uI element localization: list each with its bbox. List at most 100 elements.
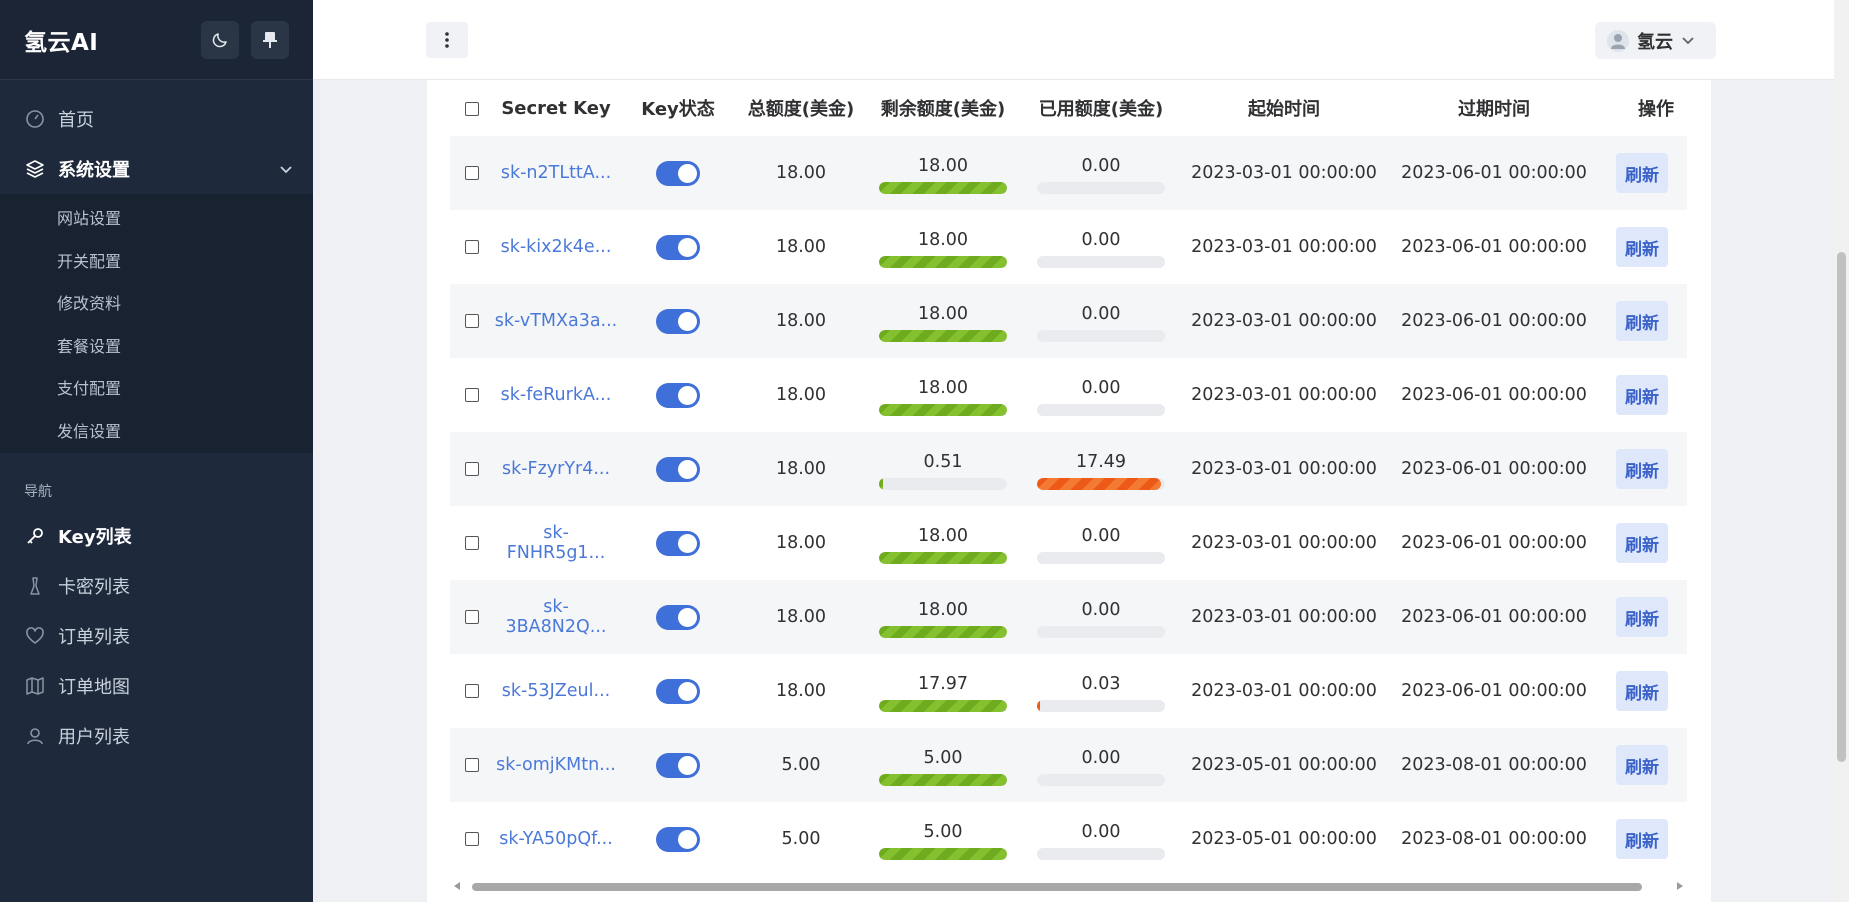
sidebar-item-order-list[interactable]: 订单列表	[0, 611, 313, 661]
column-header-total-quota[interactable]: 总额度(美金)	[738, 80, 864, 136]
vertical-scrollbar-thumb[interactable]	[1837, 252, 1846, 762]
key-table-container: Secret Key Key状态 总额度(美金) 剩余额度(美金) 已用额度(美…	[450, 80, 1687, 870]
refresh-button[interactable]: 刷新	[1616, 227, 1668, 267]
horizontal-scrollbar[interactable]	[450, 880, 1687, 892]
row-checkbox[interactable]	[465, 462, 479, 476]
secret-key-link[interactable]: sk-n2TLttA...	[501, 163, 611, 183]
refresh-button[interactable]: 刷新	[1616, 671, 1668, 711]
column-header-start-time[interactable]: 起始时间	[1180, 80, 1388, 136]
used-quota-bar	[1037, 626, 1165, 638]
remaining-quota-fill	[879, 330, 1007, 342]
remaining-quota-bar	[879, 330, 1007, 342]
menu-item-label: 订单地图	[58, 677, 130, 698]
key-status-toggle[interactable]	[656, 234, 700, 260]
pin-sidebar-button[interactable]	[251, 20, 289, 59]
menu-item-system-settings[interactable]: 系统设置	[0, 144, 313, 194]
refresh-button[interactable]: 刷新	[1616, 597, 1668, 637]
used-quota-cell: 0.00	[1022, 210, 1180, 284]
key-status-toggle[interactable]	[656, 530, 700, 556]
total-quota-cell: 18.00	[775, 385, 827, 405]
total-quota-cell: 18.00	[738, 284, 864, 358]
refresh-button[interactable]: 刷新	[1616, 301, 1668, 341]
submenu-item-plan-settings[interactable]: 套餐设置	[0, 324, 313, 367]
row-checkbox[interactable]	[465, 314, 479, 328]
row-checkbox[interactable]	[465, 832, 479, 846]
secret-key-link[interactable]: sk-vTMXa3a...	[495, 311, 618, 331]
submenu-item-switch-config[interactable]: 开关配置	[0, 239, 313, 282]
row-checkbox[interactable]	[465, 388, 479, 402]
row-checkbox[interactable]	[465, 240, 479, 254]
user-menu-button[interactable]: 氢云	[1595, 22, 1716, 59]
expire-time-cell: 2023-06-01 00:00:00	[1388, 432, 1600, 506]
sidebar-item-user-list[interactable]: 用户列表	[0, 711, 313, 761]
menu-item-label: 订单列表	[58, 627, 130, 648]
scroll-right-icon[interactable]	[1677, 882, 1683, 890]
remaining-quota-fill	[879, 404, 1007, 416]
dark-mode-toggle-button[interactable]	[201, 20, 239, 59]
row-checkbox[interactable]	[465, 684, 479, 698]
used-quota-cell: 0.03	[1022, 654, 1180, 728]
refresh-button[interactable]: 刷新	[1616, 523, 1668, 563]
refresh-button[interactable]: 刷新	[1616, 745, 1668, 785]
row-checkbox[interactable]	[465, 536, 479, 550]
remaining-quota-cell: 18.00	[864, 358, 1022, 432]
sidebar-item-card-list[interactable]: 卡密列表	[0, 561, 313, 611]
sidebar-item-order-map[interactable]: 订单地图	[0, 661, 313, 711]
key-status-toggle[interactable]	[656, 678, 700, 704]
column-header-used-quota[interactable]: 已用额度(美金)	[1022, 80, 1180, 136]
used-quota-value: 0.00	[1081, 748, 1121, 768]
menu-item-home[interactable]: 首页	[0, 94, 313, 144]
secret-key-link[interactable]: sk-feRurkA...	[501, 385, 612, 405]
select-all-checkbox[interactable]	[465, 101, 479, 116]
key-status-toggle[interactable]	[656, 604, 700, 630]
start-time-cell: 2023-03-01 00:00:00	[1180, 580, 1388, 654]
column-header-key-status[interactable]: Key状态	[618, 80, 738, 136]
key-status-toggle[interactable]	[656, 752, 700, 778]
row-checkbox[interactable]	[465, 166, 479, 180]
row-checkbox[interactable]	[465, 610, 479, 624]
scrollbar-thumb[interactable]	[472, 883, 1642, 891]
submenu-item-mail-settings[interactable]: 发信设置	[0, 409, 313, 452]
secret-key-link[interactable]: sk-YA50pQf...	[499, 829, 613, 849]
used-quota-value: 0.00	[1081, 378, 1121, 398]
submenu-item-site-settings[interactable]: 网站设置	[0, 196, 313, 239]
submenu-item-payment-config[interactable]: 支付配置	[0, 366, 313, 409]
refresh-button[interactable]: 刷新	[1616, 449, 1668, 489]
key-status-toggle[interactable]	[656, 308, 700, 334]
secret-key-link[interactable]: sk-3BA8N2Q...	[506, 597, 607, 637]
column-header-expire-time[interactable]: 过期时间	[1388, 80, 1600, 136]
table-row: sk-3BA8N2Q... 18.00 18.00 0.00 2023-03-01 00…	[450, 580, 1687, 654]
secret-key-link[interactable]: sk-53JZeul...	[502, 681, 610, 701]
select-all-cell	[450, 80, 494, 136]
key-status-cell	[618, 654, 738, 728]
column-header-remaining-quota[interactable]: 剩余额度(美金)	[864, 80, 1022, 136]
secret-key-link[interactable]: sk-FNHR5g1...	[507, 523, 606, 563]
key-status-cell	[618, 432, 738, 506]
secret-key-link[interactable]: sk-kix2k4e...	[501, 237, 612, 257]
row-checkbox[interactable]	[465, 758, 479, 772]
toggle-knob	[678, 311, 697, 331]
more-options-button[interactable]	[426, 22, 468, 58]
row-select-cell	[450, 802, 494, 870]
secret-key-link[interactable]: sk-omjKMtn...	[496, 755, 616, 775]
scroll-left-icon[interactable]	[454, 882, 460, 890]
submenu-item-edit-profile[interactable]: 修改资料	[0, 281, 313, 324]
remaining-quota-value: 17.97	[917, 674, 969, 694]
table-row: sk-kix2k4e... 18.00 18.00 0.00 2023-03-01 00…	[450, 210, 1687, 284]
column-header-secret-key[interactable]: Secret Key	[494, 80, 618, 136]
toggle-knob	[678, 681, 697, 701]
key-status-toggle[interactable]	[656, 456, 700, 482]
key-status-toggle[interactable]	[656, 160, 700, 186]
refresh-button[interactable]: 刷新	[1616, 375, 1668, 415]
secret-key-link[interactable]: sk-FzyrYr4...	[502, 459, 610, 479]
key-status-toggle[interactable]	[656, 382, 700, 408]
start-time-cell: 2023-03-01 00:00:00	[1191, 681, 1377, 701]
start-time-cell: 2023-05-01 00:00:00	[1180, 728, 1388, 802]
used-quota-value: 0.00	[1081, 230, 1121, 250]
refresh-button[interactable]: 刷新	[1616, 819, 1668, 859]
remaining-quota-bar	[879, 404, 1007, 416]
sidebar-item-key-list[interactable]: Key列表	[0, 511, 313, 561]
refresh-button[interactable]: 刷新	[1616, 153, 1668, 193]
vertical-scrollbar[interactable]	[1834, 0, 1849, 902]
key-status-toggle[interactable]	[656, 826, 700, 852]
